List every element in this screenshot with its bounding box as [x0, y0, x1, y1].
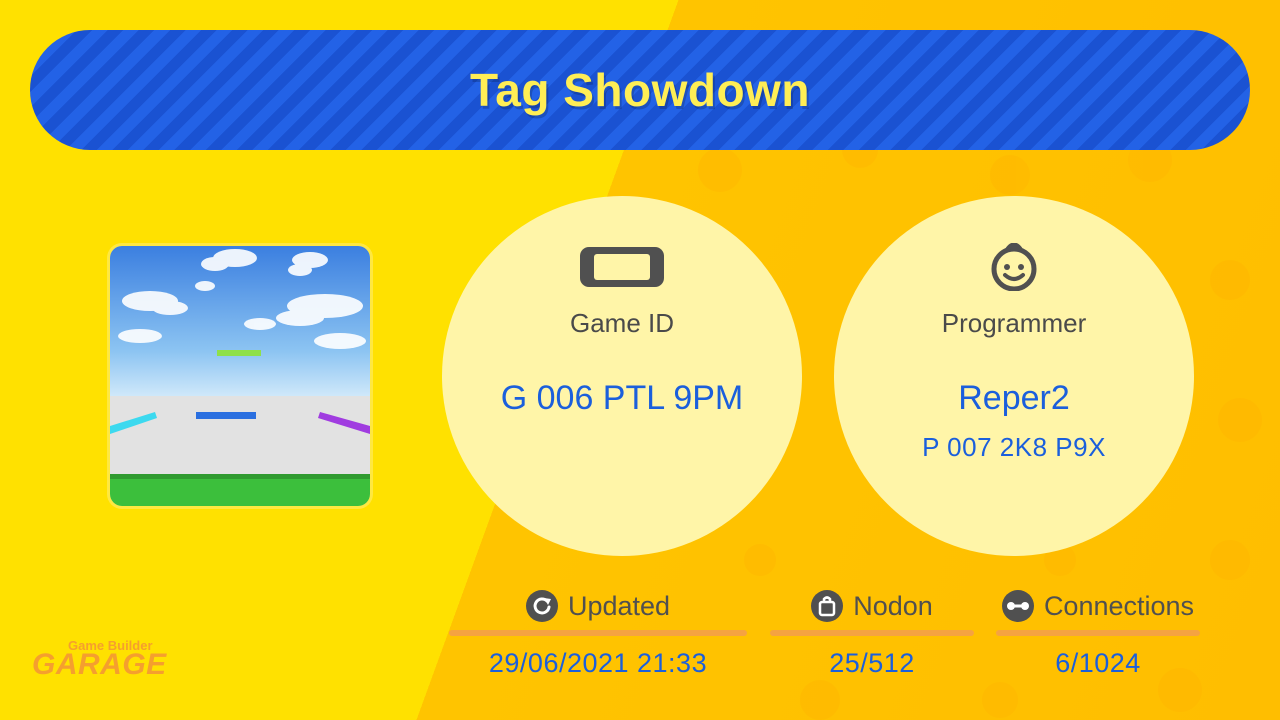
- connections-label: Connections: [1043, 590, 1195, 621]
- game-id-value: G 006 PTL 9PM: [500, 379, 744, 417]
- refresh-icon: [525, 590, 558, 622]
- divider: [996, 630, 1200, 636]
- connections-stat: Connections 6/1024: [996, 586, 1200, 679]
- programmer-label: Programmer: [941, 308, 1087, 338]
- logo-main-text: GARAGE: [32, 648, 167, 681]
- nodon-stat: Nodon 25/512: [770, 586, 974, 679]
- bag-icon: [811, 590, 844, 622]
- game-builder-garage-logo: Game Builder GARAGE: [30, 632, 180, 682]
- game-id-label: Game ID: [569, 308, 675, 338]
- game-title: Tag Showdown: [470, 64, 810, 116]
- updated-value: 29/06/2021 21:33: [488, 648, 708, 678]
- divider: [449, 630, 747, 636]
- divider: [770, 630, 974, 636]
- updated-stat: Updated 29/06/2021 21:33: [449, 586, 747, 679]
- nodon-label: Nodon: [853, 590, 933, 621]
- switch-console-icon: [580, 246, 664, 288]
- connection-icon: [1001, 590, 1034, 622]
- face-icon: [986, 243, 1042, 291]
- game-id-card: Game ID G 006 PTL 9PM: [442, 196, 802, 556]
- programmer-name: Reper2: [958, 379, 1070, 417]
- programmer-card: Programmer Reper2 P 007 2K8 P9X: [834, 196, 1194, 556]
- game-thumbnail: [110, 246, 370, 506]
- updated-label: Updated: [567, 590, 671, 621]
- connections-value: 6/1024: [1055, 648, 1141, 678]
- title-banner: Tag Showdown: [30, 30, 1250, 150]
- nodon-value: 25/512: [829, 648, 915, 678]
- programmer-id: P 007 2K8 P9X: [922, 432, 1106, 462]
